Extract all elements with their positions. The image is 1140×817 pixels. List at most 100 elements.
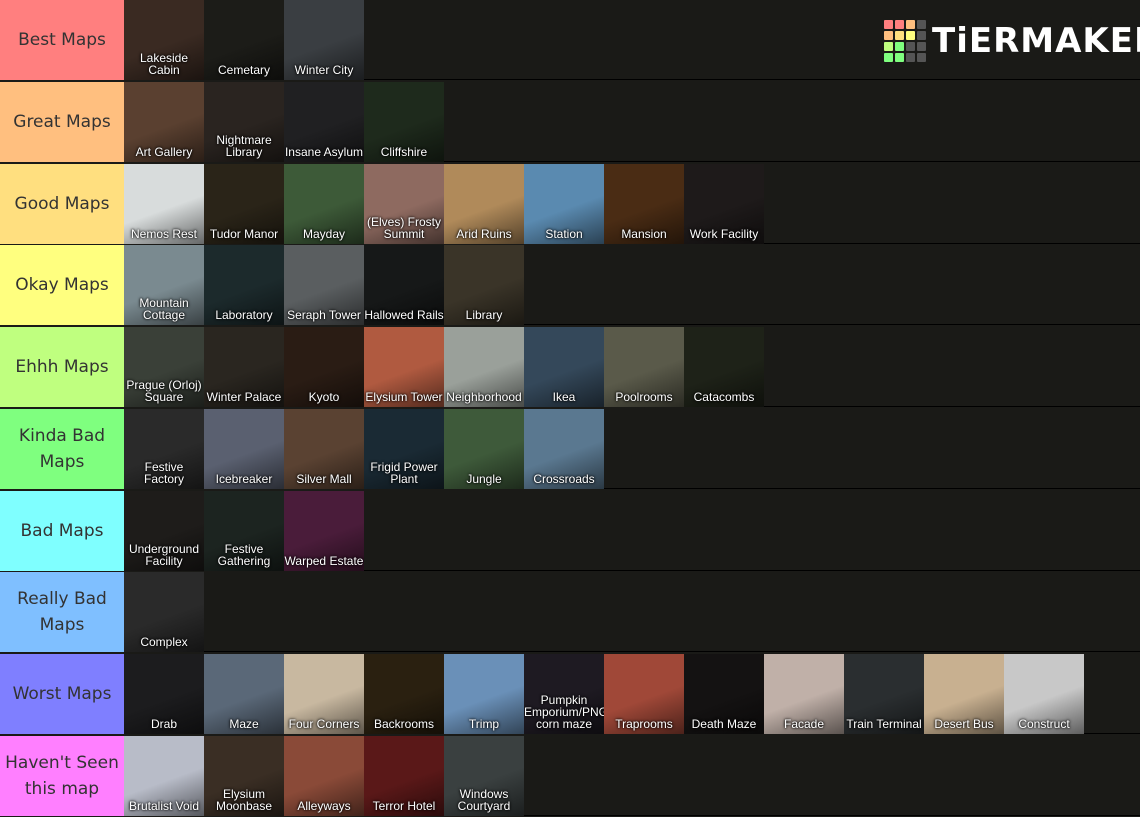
map-tile[interactable]: Frigid Power Plant	[364, 408, 444, 489]
map-tile[interactable]: Alleyways	[284, 735, 364, 816]
map-tile[interactable]: Station	[524, 163, 604, 244]
map-tile[interactable]: Pumpkin Emporium/PNG corn maze	[524, 654, 604, 734]
map-name: Work Facility	[689, 226, 759, 241]
map-name: Kyoto	[308, 390, 340, 404]
map-tile[interactable]: Jungle	[444, 408, 524, 489]
tier-row: Good Maps Nemos Rest Tudor Manor Mayday (Elv…	[0, 163, 1140, 244]
map-tile[interactable]: Elysium Moonbase	[204, 735, 284, 816]
tier-row: Great Maps Art Gallery Nightmare Library In…	[0, 81, 1140, 162]
map-name: Crossroads	[533, 471, 595, 486]
map-name: Traprooms	[615, 717, 673, 731]
tier-items: Brutalist Void Elysium Moonbase Alleyways T…	[124, 735, 1140, 816]
map-name: Elysium Moonbase	[215, 786, 273, 813]
map-tile[interactable]: Hallowed Rails	[364, 245, 444, 326]
map-name: Library	[465, 308, 503, 323]
map-name: Festive Factory	[143, 459, 184, 486]
logo-square	[895, 20, 904, 29]
map-name: Construct	[1018, 717, 1070, 731]
map-tile[interactable]: Festive Factory	[124, 408, 204, 489]
map-name: Ikea	[552, 390, 576, 404]
map-tile[interactable]: Winter Palace	[204, 327, 284, 407]
map-tile[interactable]: Four Corners	[284, 654, 364, 734]
map-tile[interactable]: Backrooms	[364, 654, 444, 734]
map-tile[interactable]: Elysium Tower	[364, 327, 444, 407]
tier-row: Kinda Bad Maps Festive Factory Icebreaker S…	[0, 408, 1140, 489]
tier-label[interactable]: Worst Maps	[0, 654, 124, 734]
map-tile[interactable]: Prague (Orloj) Square	[124, 327, 204, 407]
map-tile[interactable]: Cemetary	[204, 0, 284, 80]
map-tile[interactable]: Facade	[764, 654, 844, 734]
logo-square	[906, 20, 915, 29]
map-tile[interactable]: (Elves) Frosty Summit	[364, 163, 444, 244]
map-name: Nemos Rest	[130, 226, 198, 241]
map-tile[interactable]: Construct	[1004, 654, 1084, 734]
map-tile[interactable]: Mayday	[284, 163, 364, 244]
map-tile[interactable]: Drab	[124, 654, 204, 734]
map-name: Mountain Cottage	[139, 296, 189, 323]
map-tile[interactable]: Terror Hotel	[364, 735, 444, 816]
map-name: Trimp	[468, 717, 500, 731]
map-name: Seraph Tower	[287, 308, 361, 323]
tiermaker-logo[interactable]: TiERMAKER	[884, 20, 1140, 62]
map-tile[interactable]: Trimp	[444, 654, 524, 734]
map-name: (Elves) Frosty Summit	[366, 214, 441, 241]
map-tile[interactable]: Laboratory	[204, 245, 284, 326]
map-tile[interactable]: Warped Estate	[284, 490, 364, 571]
map-tile[interactable]: Traprooms	[604, 654, 684, 734]
map-tile[interactable]: Seraph Tower	[284, 245, 364, 326]
tier-items: Underground Facility Festive Gathering War…	[124, 490, 1140, 571]
tier-label[interactable]: Okay Maps	[0, 245, 124, 326]
map-tile[interactable]: Arid Ruins	[444, 163, 524, 244]
tier-items: Art Gallery Nightmare Library Insane Asylu…	[124, 81, 1140, 162]
map-tile[interactable]: Poolrooms	[604, 327, 684, 407]
map-tile[interactable]: Windows Courtyard	[444, 735, 524, 816]
map-name: Desert Bus	[934, 717, 994, 731]
map-tile[interactable]: Work Facility	[684, 163, 764, 244]
map-tile[interactable]: Lakeside Cabin	[124, 0, 204, 80]
map-tile[interactable]: Complex	[124, 572, 204, 653]
map-tile[interactable]: Death Maze	[684, 654, 764, 734]
tier-label[interactable]: Kinda Bad Maps	[0, 408, 124, 489]
logo-grid-icon	[884, 20, 926, 62]
map-tile[interactable]: Brutalist Void	[124, 735, 204, 816]
tier-label[interactable]: Best Maps	[0, 0, 124, 80]
map-tile[interactable]: Festive Gathering	[204, 490, 284, 571]
map-tile[interactable]: Desert Bus	[924, 654, 1004, 734]
map-tile[interactable]: Art Gallery	[124, 81, 204, 162]
map-tile[interactable]: Cliffshire	[364, 81, 444, 162]
map-tile[interactable]: Catacombs	[684, 327, 764, 407]
tier-label[interactable]: Really Bad Maps	[0, 572, 124, 653]
map-tile[interactable]: Winter City	[284, 0, 364, 80]
map-tile[interactable]: Icebreaker	[204, 408, 284, 489]
map-tile[interactable]: Mansion	[604, 163, 684, 244]
map-tile[interactable]: Neighborhood	[444, 327, 524, 407]
map-tile[interactable]: Mountain Cottage	[124, 245, 204, 326]
map-name: Station	[545, 226, 583, 241]
map-name: Mansion	[621, 226, 667, 241]
map-tile[interactable]: Underground Facility	[124, 490, 204, 571]
map-tile[interactable]: Nightmare Library	[204, 81, 284, 162]
map-tile[interactable]: Ikea	[524, 327, 604, 407]
map-tile[interactable]: Train Terminal	[844, 654, 924, 734]
tier-label[interactable]: Bad Maps	[0, 490, 124, 571]
logo-square	[895, 42, 904, 51]
tier-row: Bad Maps Underground Facility Festive Gath…	[0, 490, 1140, 571]
map-name: Alleyways	[297, 798, 351, 813]
tier-label[interactable]: Haven't Seen this map	[0, 735, 124, 816]
map-tile[interactable]: Maze	[204, 654, 284, 734]
tier-label[interactable]: Good Maps	[0, 163, 124, 244]
map-tile[interactable]: Silver Mall	[284, 408, 364, 489]
map-tile[interactable]: Nemos Rest	[124, 163, 204, 244]
map-name: Death Maze	[691, 717, 757, 731]
map-tile[interactable]: Library	[444, 245, 524, 326]
logo-square	[906, 31, 915, 40]
map-name: Train Terminal	[846, 717, 922, 731]
map-tile[interactable]: Kyoto	[284, 327, 364, 407]
map-name: Windows Courtyard	[457, 786, 511, 813]
logo-square	[884, 20, 893, 29]
tier-label[interactable]: Great Maps	[0, 81, 124, 162]
map-tile[interactable]: Crossroads	[524, 408, 604, 489]
tier-label[interactable]: Ehhh Maps	[0, 327, 124, 407]
map-tile[interactable]: Tudor Manor	[204, 163, 284, 244]
map-tile[interactable]: Insane Asylum	[284, 81, 364, 162]
